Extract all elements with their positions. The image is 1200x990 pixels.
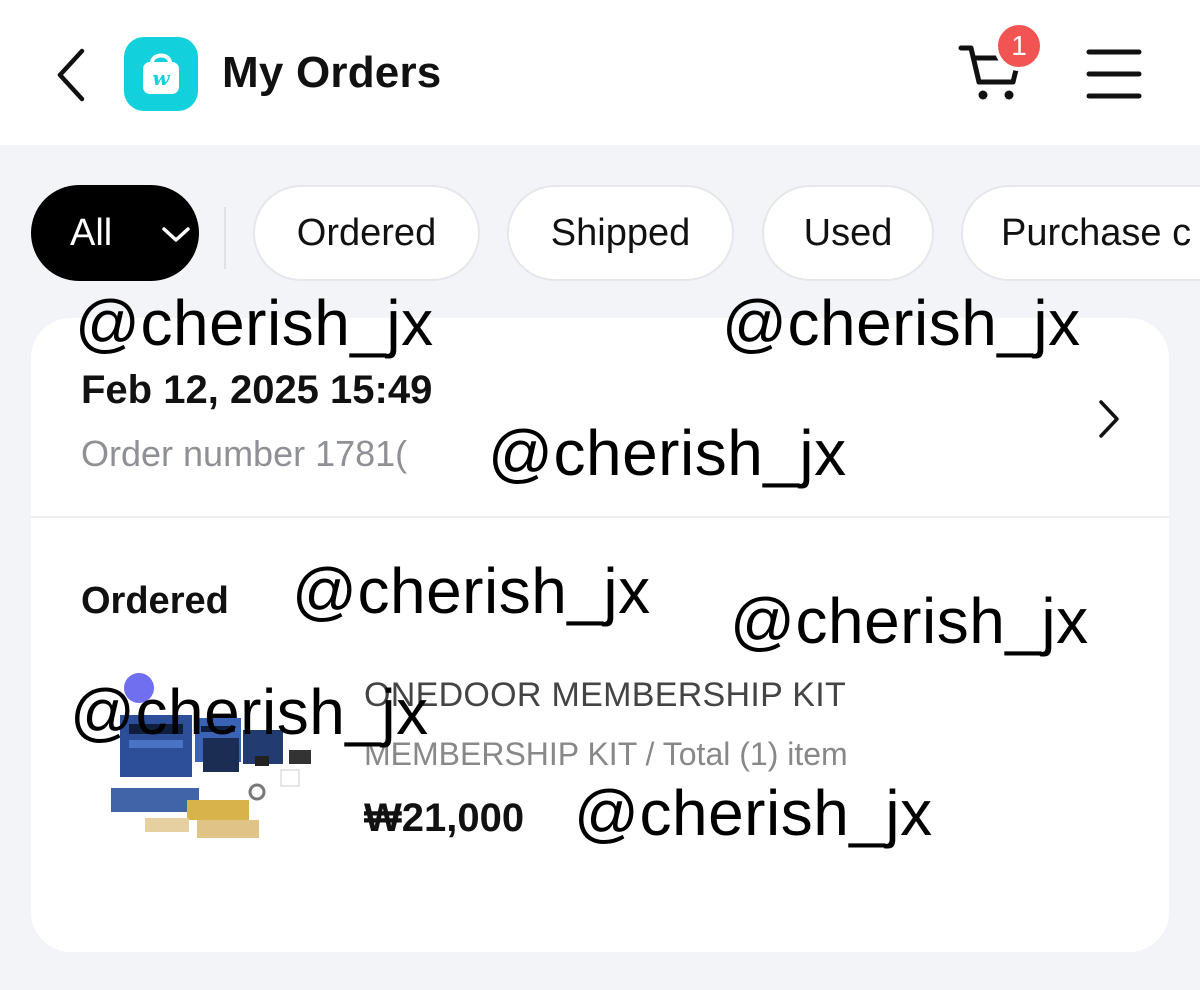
watermark-text: @cherish_jx	[722, 287, 1081, 359]
product-name: ONEDOOR MEMBERSHIP KIT	[364, 676, 847, 714]
menu-button[interactable]	[1083, 46, 1145, 102]
back-button[interactable]	[48, 46, 96, 104]
watermark-text: @cherish_jx	[75, 287, 434, 359]
header-bar: w My Orders 1	[0, 0, 1200, 145]
filter-divider	[224, 207, 226, 269]
product-option: MEMBERSHIP KIT / Total (1) item	[364, 736, 848, 772]
filter-chip-used[interactable]: Used	[762, 185, 934, 281]
shopping-bag-icon: w	[143, 53, 179, 94]
chevron-down-icon	[162, 227, 190, 242]
page-title: My Orders	[222, 48, 442, 97]
watermark-text: @cherish_jx	[292, 555, 651, 627]
order-status: Ordered	[81, 580, 229, 622]
cart-count-badge: 1	[994, 21, 1044, 71]
watermark-text: @cherish_jx	[730, 585, 1089, 657]
hamburger-menu-icon	[1086, 49, 1142, 99]
watermark-text: @cherish_jx	[70, 676, 429, 748]
filter-chip-label: All	[70, 212, 113, 254]
filter-chip-all[interactable]: All	[31, 185, 199, 281]
app-logo-letter: w	[152, 66, 170, 90]
order-detail-button[interactable]	[1093, 398, 1123, 440]
filter-chip-shipped[interactable]: Shipped	[507, 185, 734, 281]
app-logo: w	[124, 37, 198, 111]
watermark-text: @cherish_jx	[488, 417, 847, 489]
watermark-text: @cherish_jx	[574, 777, 933, 849]
order-date: Feb 12, 2025 15:49	[81, 368, 433, 412]
filter-chip-ordered[interactable]: Ordered	[253, 185, 480, 281]
card-divider	[31, 516, 1169, 518]
order-number: Order number 1781(	[81, 433, 408, 474]
chevron-right-icon	[1099, 400, 1119, 438]
product-price: ₩21,000	[364, 796, 525, 840]
filter-chip-purchase-confirmed[interactable]: Purchase c	[961, 185, 1200, 281]
chevron-left-icon	[57, 48, 85, 102]
